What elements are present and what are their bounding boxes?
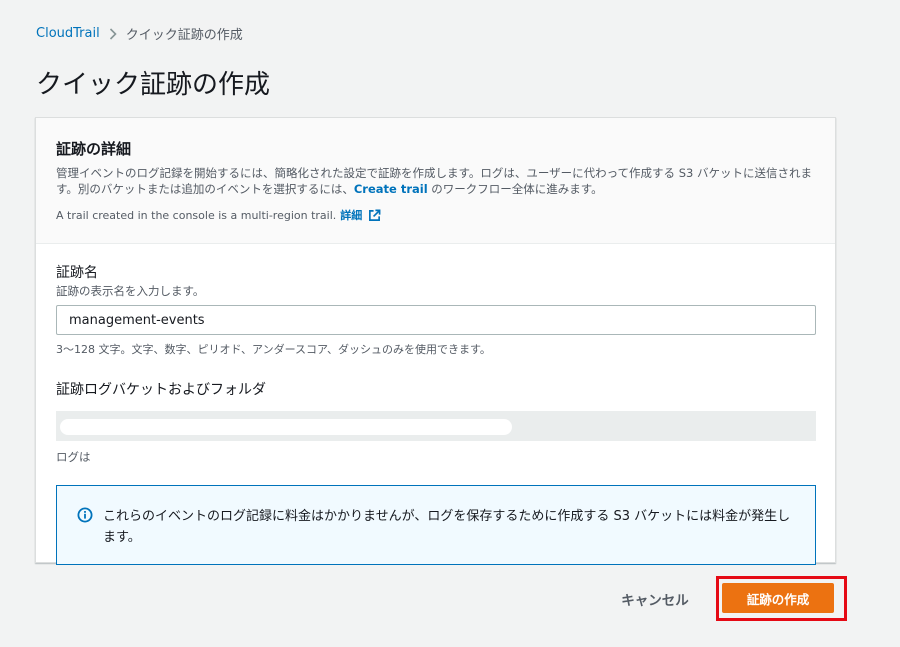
panel-description: 管理イベントのログ記録を開始するには、簡略化された設定で証跡を作成します。ログは… [56,165,815,197]
trail-name-constraint: 3～128 文字。文字、数字、ピリオド、アンダースコア、ダッシュのみを使用できま… [56,343,491,356]
breadcrumb-current: クイック証跡の作成 [125,28,243,43]
learn-more-link[interactable]: 詳細 [340,207,381,223]
panel-body: 証跡名 証跡の表示名を入力します。 3～128 文字。文字、数字、ピリオド、アン… [36,244,835,565]
bucket-path-skeleton [60,419,512,435]
info-icon [77,507,93,523]
external-link-icon [369,209,381,221]
bucket-label: 証跡ログバケットおよびフォルダ [56,382,266,398]
breadcrumb-cloudtrail-link[interactable]: CloudTrail [36,26,100,41]
pricing-info-alert: これらのイベントのログ記録に料金はかかりませんが、ログを保存するために作成する … [56,485,816,565]
panel-header: 証跡の詳細 管理イベントのログ記録を開始するには、簡略化された設定で証跡を作成し… [36,118,835,244]
create-trail-button[interactable]: 証跡の作成 [722,583,834,613]
trail-name-label: 証跡名 [56,265,98,281]
learn-more-label: 詳細 [340,209,363,222]
trail-name-input[interactable] [56,305,816,335]
breadcrumb: CloudTrail クイック証跡の作成 [36,24,243,43]
multi-region-note-text: A trail created in the console is a mult… [56,208,337,222]
trail-name-description: 証跡の表示名を入力します。 [56,284,205,298]
cancel-button[interactable]: キャンセル [606,584,704,614]
bucket-caption: ログは [56,450,91,464]
panel-description-tail: のワークフロー全体に進みます。 [427,182,603,196]
trail-details-panel: 証跡の詳細 管理イベントのログ記録を開始するには、簡略化された設定で証跡を作成し… [35,117,836,565]
pricing-info-text: これらのイベントのログ記録に料金はかかりませんが、ログを保存するために作成する … [103,509,791,545]
multi-region-note: A trail created in the console is a mult… [56,207,815,223]
panel-title: 証跡の詳細 [56,140,132,158]
page-title: クイック証跡の作成 [36,70,271,100]
create-trail-link[interactable]: Create trail [354,182,428,196]
bucket-path-placeholder [56,411,816,441]
chevron-right-icon [100,27,126,40]
